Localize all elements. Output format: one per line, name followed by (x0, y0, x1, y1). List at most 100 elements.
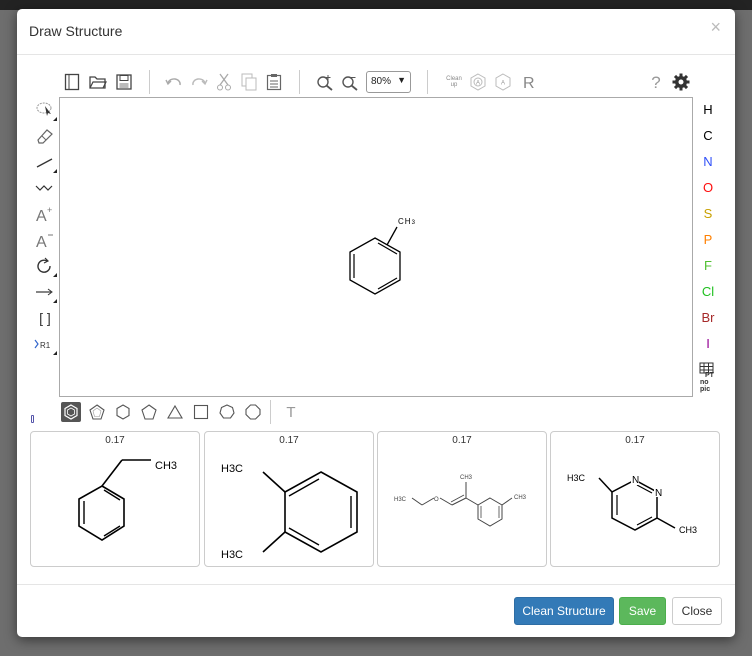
dialog-title: Draw Structure (29, 23, 123, 39)
zoom-value: 80% (371, 76, 392, 87)
chain-icon[interactable] (31, 177, 59, 199)
toolbar-separator (149, 70, 150, 94)
svg-text:R: R (523, 75, 535, 91)
single-bond-icon[interactable] (31, 151, 59, 173)
cyclopropane-icon[interactable] (165, 402, 185, 422)
copy-icon[interactable] (238, 69, 260, 95)
atom-p[interactable]: P (697, 232, 719, 247)
zoom-select[interactable]: 80% ▼ (366, 71, 411, 93)
save-button[interactable]: Save (619, 597, 666, 625)
template-label: H3C (221, 549, 243, 561)
open-file-icon[interactable] (87, 69, 109, 95)
canvas-label-h: H (405, 217, 411, 226)
svg-text:?: ? (651, 73, 660, 92)
redo-icon[interactable] (188, 69, 210, 95)
charge-plus-icon[interactable]: A + (31, 203, 59, 225)
template-score: 0.17 (105, 435, 125, 446)
rotate-icon[interactable] (31, 255, 59, 277)
submenu-corner-icon (53, 351, 57, 355)
atom-f[interactable]: F (697, 258, 719, 273)
aromatize-icon[interactable]: A (467, 69, 489, 95)
atom-i[interactable]: I (697, 336, 719, 351)
template-card[interactable]: 0.17 CH3 (30, 431, 200, 567)
atom-o[interactable]: O (697, 180, 719, 195)
template-card[interactable]: 0.17 H3C H3C (204, 431, 374, 567)
panel-toggle-handle[interactable] (31, 415, 34, 423)
cut-icon[interactable] (213, 69, 235, 95)
save-icon[interactable] (113, 69, 135, 95)
cyclooctane-icon[interactable] (243, 402, 263, 422)
canvas-label-3: 3 (412, 220, 416, 226)
pt-label-1: PT (705, 372, 715, 379)
clean-up-label-line2: up (450, 82, 458, 88)
charge-plus-label: A (36, 208, 47, 223)
paste-icon[interactable] (263, 69, 285, 95)
template-label: H3C (567, 473, 586, 483)
settings-gear-icon[interactable] (670, 69, 692, 95)
cyclopentadiene-icon[interactable] (87, 402, 107, 422)
help-icon[interactable]: ? (645, 69, 667, 95)
select-lasso-icon[interactable] (31, 99, 59, 121)
toolbar-separator (270, 400, 271, 424)
benzene-icon[interactable] (61, 402, 81, 422)
reaction-arrow-icon[interactable] (31, 281, 59, 303)
charge-minus-label: A (36, 234, 47, 249)
submenu-corner-icon (53, 117, 57, 121)
pt-label-3: pic (700, 386, 710, 393)
atom-br[interactable]: Br (697, 310, 719, 325)
eraser-icon[interactable] (31, 125, 59, 147)
periodic-table-icon[interactable]: PT no pic (699, 362, 717, 393)
zoom-out-icon[interactable] (339, 69, 361, 95)
template-score: 0.17 (625, 435, 645, 446)
svg-text:+: + (47, 205, 52, 215)
template-score: 0.17 (279, 435, 299, 446)
calculate-cip-icon[interactable]: R (517, 69, 539, 95)
atom-cl[interactable]: Cl (697, 284, 719, 299)
template-card[interactable]: 0.17 N N H3C CH3 (550, 431, 720, 567)
template-score: 0.17 (452, 435, 472, 446)
r-group-icon[interactable]: R1 (31, 333, 59, 355)
zoom-in-icon[interactable] (314, 69, 336, 95)
svg-text:A: A (476, 81, 480, 87)
cyclobutane-icon[interactable] (191, 402, 211, 422)
template-label: H3C (221, 463, 243, 475)
undo-icon[interactable] (163, 69, 185, 95)
cyclohexane-icon[interactable] (113, 402, 133, 422)
canvas-methyl-label: CH3 (398, 217, 416, 226)
new-document-icon[interactable] (61, 69, 83, 95)
close-button[interactable]: Close (672, 597, 722, 625)
charge-minus-icon[interactable]: A (31, 229, 59, 251)
template-label: CH3 (460, 475, 473, 481)
s-group-brackets-icon[interactable]: [ ] (31, 307, 59, 329)
dearomatize-icon[interactable]: A (492, 69, 514, 95)
dialog-header: Draw Structure × (17, 9, 735, 55)
svg-text:A: A (501, 81, 505, 87)
cycloheptane-icon[interactable] (217, 402, 237, 422)
atom-n[interactable]: N (697, 154, 719, 169)
cyclopentane-icon[interactable] (139, 402, 159, 422)
canvas-label-c: C (398, 217, 404, 226)
template-label: CH3 (514, 495, 527, 501)
template-label: N (655, 488, 662, 499)
atom-c[interactable]: C (697, 128, 719, 143)
toolbar-separator (299, 70, 300, 94)
text-tool-icon[interactable]: T (281, 402, 301, 422)
submenu-corner-icon (53, 299, 57, 303)
template-label: H3C (394, 497, 407, 503)
dialog-close-icon[interactable]: × (710, 18, 721, 36)
template-label: O (434, 497, 439, 503)
chevron-down-icon: ▼ (397, 75, 406, 85)
template-card[interactable]: 0.17 H3C O CH3 CH3 (377, 431, 547, 567)
template-label: N (632, 475, 639, 486)
template-label: CH3 (155, 460, 177, 472)
clean-up-icon[interactable]: Clean up (441, 69, 467, 95)
atom-h[interactable]: H (697, 102, 719, 117)
drawing-canvas[interactable]: CH3 (59, 97, 693, 397)
atom-s[interactable]: S (697, 206, 719, 221)
dialog-footer: Clean Structure Save Close (17, 584, 735, 637)
canvas-molecule: CH3 (349, 217, 416, 295)
toolbar-separator (427, 70, 428, 94)
clean-structure-button[interactable]: Clean Structure (514, 597, 614, 625)
draw-structure-dialog: Draw Structure × 80% ▼ Clean up A A R ? … (17, 9, 735, 637)
template-label: CH3 (679, 525, 697, 535)
